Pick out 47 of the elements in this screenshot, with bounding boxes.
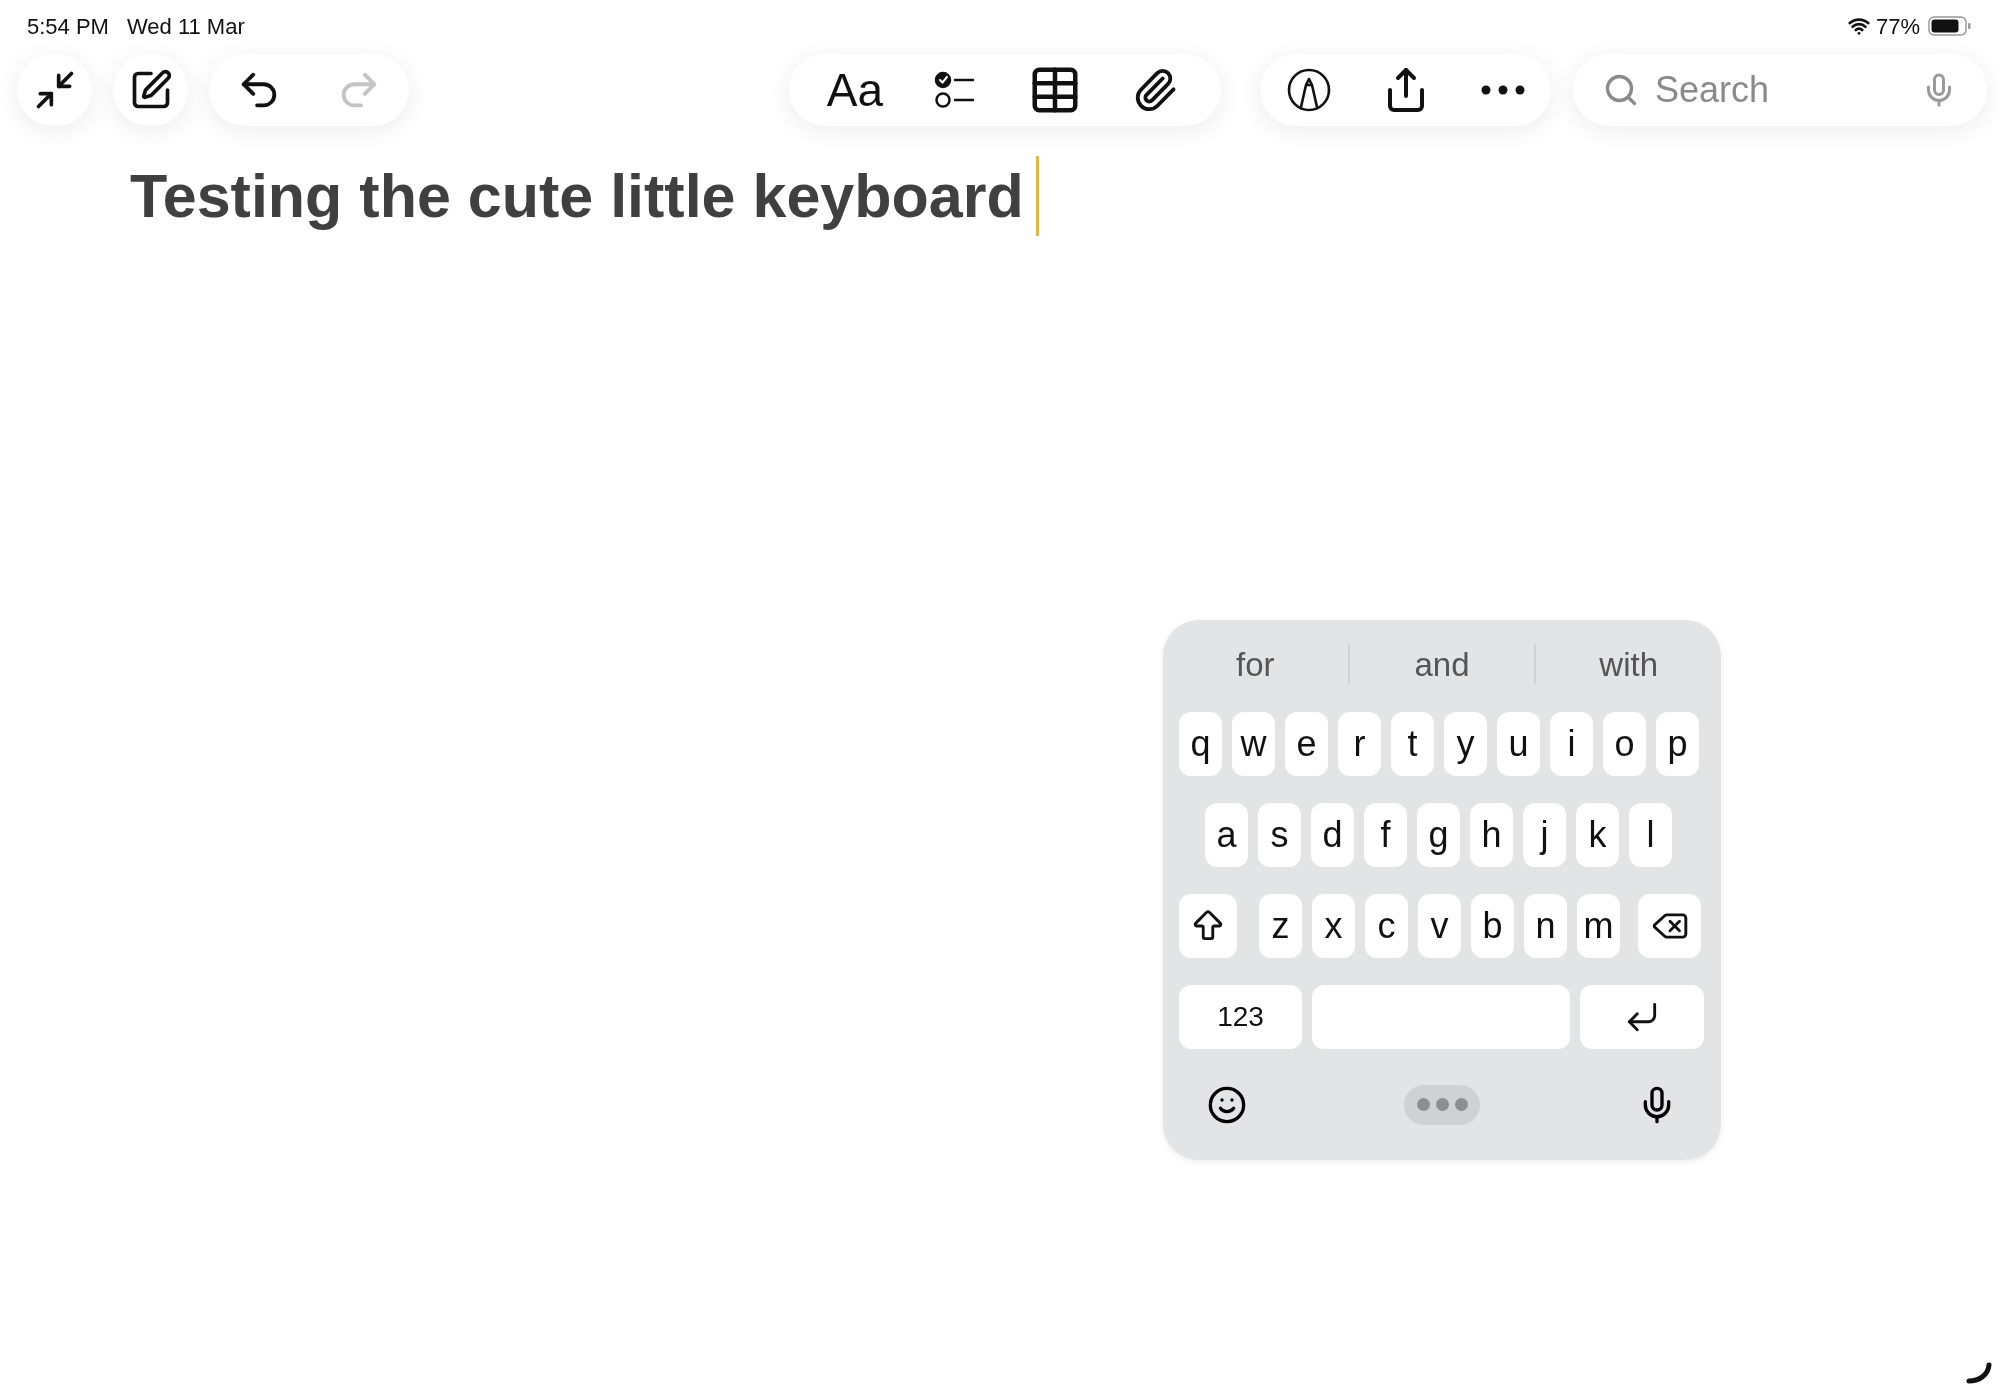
letter-key[interactable]: d xyxy=(1311,803,1354,867)
letter-key[interactable]: g xyxy=(1417,803,1460,867)
letter-key[interactable]: o xyxy=(1603,712,1646,776)
battery-icon xyxy=(1928,15,1972,37)
letter-key[interactable]: s xyxy=(1258,803,1301,867)
letter-key[interactable]: j xyxy=(1523,803,1566,867)
letter-key[interactable]: t xyxy=(1391,712,1434,776)
delete-key[interactable] xyxy=(1638,894,1701,958)
letter-key[interactable]: v xyxy=(1418,894,1461,958)
letter-key[interactable]: r xyxy=(1338,712,1381,776)
numbers-key[interactable]: 123 xyxy=(1179,985,1302,1049)
letter-key[interactable]: i xyxy=(1550,712,1593,776)
letter-key[interactable]: x xyxy=(1312,894,1355,958)
status-date: Wed 11 Mar xyxy=(126,12,245,41)
search-field[interactable]: Search xyxy=(1655,63,1921,117)
search-icon xyxy=(1603,72,1639,108)
letter-key[interactable]: q xyxy=(1179,712,1222,776)
letter-key[interactable]: z xyxy=(1259,894,1302,958)
more-icon xyxy=(1480,85,1525,95)
pen-tip-icon xyxy=(1285,67,1332,113)
letter-key[interactable]: l xyxy=(1629,803,1672,867)
letter-key[interactable]: k xyxy=(1576,803,1619,867)
note-title: Testing the cute little keyboard xyxy=(130,161,1024,232)
resize-handle-icon xyxy=(1966,1362,1992,1384)
shift-key[interactable] xyxy=(1179,894,1237,958)
letter-key[interactable]: b xyxy=(1471,894,1514,958)
status-time: 5:54 PM xyxy=(27,12,109,41)
letter-key[interactable]: w xyxy=(1232,712,1275,776)
letter-key[interactable]: c xyxy=(1365,894,1408,958)
letter-key[interactable]: e xyxy=(1285,712,1328,776)
letter-key[interactable]: h xyxy=(1470,803,1513,867)
letter-key[interactable]: n xyxy=(1524,894,1567,958)
letter-key[interactable]: y xyxy=(1444,712,1487,776)
letter-key[interactable]: u xyxy=(1497,712,1540,776)
word-suggestion[interactable]: with xyxy=(1536,647,1721,681)
format-button[interactable]: Aa xyxy=(805,54,905,126)
drag-handle[interactable] xyxy=(1404,1084,1480,1125)
word-suggestion[interactable]: for xyxy=(1163,647,1348,681)
letter-key[interactable]: a xyxy=(1205,803,1248,867)
emoji-icon[interactable] xyxy=(1207,1084,1247,1125)
letter-key[interactable]: f xyxy=(1364,803,1407,867)
letter-key[interactable]: m xyxy=(1577,894,1620,958)
word-suggestion[interactable]: and xyxy=(1349,647,1535,681)
return-key[interactable] xyxy=(1580,985,1704,1049)
wifi-icon xyxy=(1847,15,1870,37)
battery-percentage: 77% xyxy=(1875,12,1920,41)
letter-key[interactable]: p xyxy=(1656,712,1699,776)
